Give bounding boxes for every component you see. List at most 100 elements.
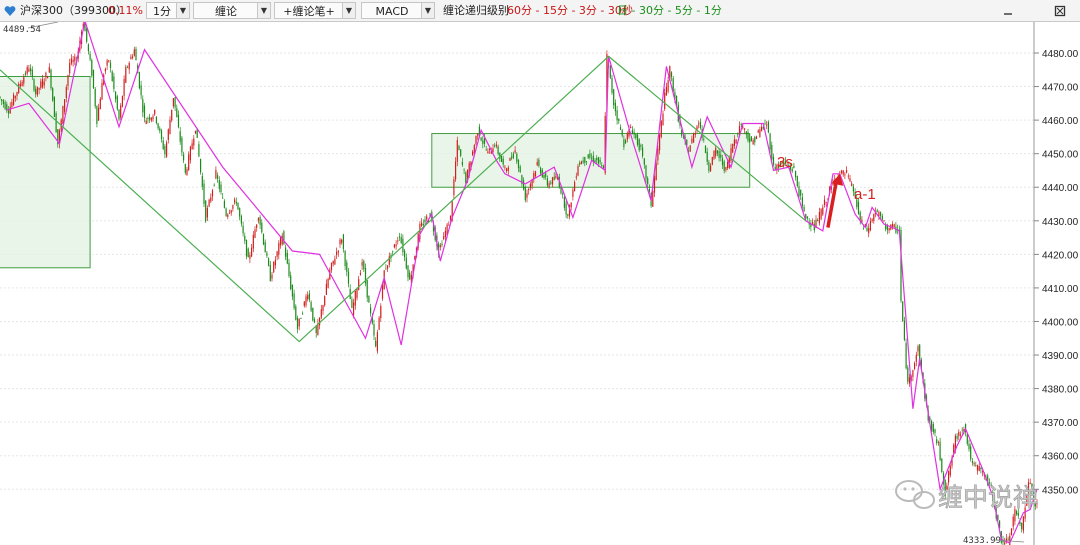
candle-body: [143, 105, 146, 119]
candle-body: [704, 145, 707, 153]
candle-body: [448, 224, 450, 226]
candle-body: [720, 154, 722, 158]
maximize-icon[interactable]: [1054, 2, 1066, 19]
candle-body: [550, 182, 552, 184]
candle-body: [261, 222, 263, 233]
candle-body: [660, 121, 662, 137]
candle-body: [50, 69, 52, 89]
candle-body: [755, 136, 758, 139]
candle-body: [154, 109, 156, 115]
candle-body: [526, 193, 528, 198]
candle-body: [587, 154, 589, 159]
candle-body: [123, 78, 125, 96]
candle-body: [482, 140, 484, 144]
candle-body: [150, 117, 152, 121]
candle-body: [285, 247, 287, 257]
candle-body: [234, 199, 236, 203]
candle-body: [733, 139, 735, 146]
candle-body: [395, 244, 397, 247]
candle-body: [174, 97, 176, 108]
candle-body: [907, 367, 909, 382]
candle-body: [665, 86, 667, 96]
candle-body: [162, 140, 164, 149]
candle-body: [353, 302, 355, 316]
candle-body: [846, 170, 848, 173]
candle-body: [631, 130, 633, 135]
candle-body: [949, 465, 951, 476]
candle-body: [307, 294, 309, 300]
candle-body: [1021, 522, 1023, 530]
candle-body: [715, 147, 717, 156]
recursion-levels-green: 日 - 30分 - 5分 - 1分: [617, 4, 722, 17]
candle-body: [798, 186, 800, 197]
candle-body: [725, 167, 727, 170]
candle-body: [222, 197, 224, 199]
candle-body: [2, 100, 4, 105]
candle-body: [742, 127, 744, 129]
indicator-select-2[interactable]: +缠论笔+: [274, 2, 344, 19]
candle-body: [480, 137, 482, 141]
candle-body: [914, 362, 916, 369]
candle-body: [330, 262, 333, 270]
candle-body: [89, 53, 91, 60]
candle-body: [181, 137, 183, 153]
candle-body: [456, 140, 458, 162]
candle-body: [494, 145, 496, 147]
candle-body: [574, 182, 576, 192]
candle-body: [113, 76, 115, 89]
candle-body: [347, 271, 350, 284]
candle-body: [264, 242, 266, 253]
candle-body: [300, 318, 302, 320]
candle-body: [718, 151, 720, 158]
candles: [0, 22, 1038, 545]
dropdown-arrow-icon[interactable]: ▼: [342, 2, 356, 19]
candle-body: [239, 208, 241, 217]
indicator-select-1[interactable]: 缠论: [193, 2, 259, 19]
period-select[interactable]: 1分: [146, 2, 178, 19]
candle-body: [404, 250, 406, 258]
dropdown-arrow-icon[interactable]: ▼: [257, 2, 271, 19]
candle-body: [171, 109, 173, 121]
heart-icon[interactable]: [4, 2, 16, 19]
candle-body: [13, 94, 15, 106]
minimize-icon[interactable]: [1002, 2, 1014, 19]
indicator-select-3[interactable]: MACD: [361, 2, 423, 19]
candle-body: [551, 177, 554, 185]
dropdown-arrow-icon[interactable]: ▼: [421, 2, 435, 19]
y-tick-label: 4370.00: [1042, 418, 1079, 429]
candle-body: [398, 236, 401, 238]
candle-body: [225, 208, 227, 217]
candle-body: [555, 176, 557, 178]
candle-body: [407, 265, 409, 278]
candle-body: [106, 60, 108, 66]
candle-body: [126, 66, 129, 68]
candle-body: [754, 136, 756, 143]
candle-body: [109, 62, 112, 68]
candle-body: [351, 299, 353, 308]
candle-body: [670, 72, 673, 78]
candle-body: [971, 461, 973, 463]
candle-body: [128, 62, 130, 70]
candle-body: [458, 146, 460, 150]
candle-body: [220, 184, 222, 192]
candle-body: [47, 76, 49, 79]
dropdown-arrow-icon[interactable]: ▼: [176, 2, 190, 19]
candle-body: [28, 68, 30, 72]
candle-body: [932, 424, 934, 433]
candle-body: [376, 332, 378, 352]
candle-body: [472, 151, 474, 156]
annotation-a-minus-1: a-1: [854, 186, 876, 203]
candle-body: [120, 105, 122, 118]
candle-body: [1010, 528, 1013, 536]
candle-body: [130, 56, 132, 60]
candle-body: [14, 96, 16, 99]
candle-body: [211, 190, 214, 197]
candle-body: [820, 209, 822, 220]
candle-body: [793, 165, 795, 169]
candle-body: [361, 262, 363, 266]
pivot-zone: [431, 133, 751, 188]
candle-body: [217, 175, 219, 179]
candle-body: [662, 113, 664, 125]
candlestick-chart[interactable]: 4480.00 4470.00 4460.00 4450.00 4440.00 4430.…: [0, 22, 1080, 545]
red-arrow-icon: [826, 173, 844, 228]
